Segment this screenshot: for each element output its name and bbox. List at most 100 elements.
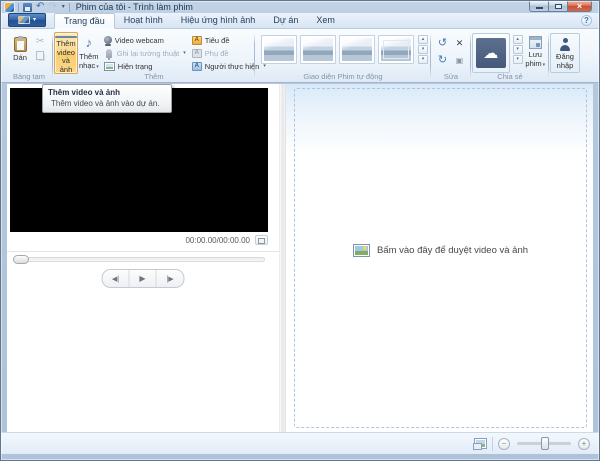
tooltip-title: Thêm video và ảnh <box>48 88 121 97</box>
group-label-automovie: Giao diện Phim tự động <box>303 72 383 81</box>
tab-animations[interactable]: Hoạt hình <box>115 12 172 28</box>
gallery-scroll-down-icon[interactable]: ▾ <box>418 45 428 54</box>
snapshot-button[interactable]: Hiện trạng <box>103 60 187 72</box>
zoom-in-button[interactable]: + <box>578 437 590 450</box>
divider <box>7 251 279 252</box>
titlebar: ↶ ↷ ▾ Phim của tôi - Trình làm phim × <box>0 1 600 13</box>
rotate-right-icon[interactable]: ↻ <box>435 53 450 68</box>
add-videos-photos-button[interactable]: Thêm video và ảnh <box>54 32 78 74</box>
maximize-button[interactable] <box>548 1 567 12</box>
close-icon: × <box>576 1 583 11</box>
rotate-left-icon[interactable]: ↺ <box>435 36 450 51</box>
publish-onedrive-button[interactable]: ☁ <box>472 33 510 73</box>
tab-view[interactable]: Xem <box>307 12 344 28</box>
thumbnail-size-icon[interactable] <box>473 438 487 450</box>
seek-slider[interactable] <box>13 255 265 264</box>
snapshot-label: Hiện trạng <box>117 61 153 71</box>
previous-frame-button[interactable]: ◀| <box>103 270 130 287</box>
group-label-clipboard: Bảng tạm <box>12 72 46 81</box>
automovie-theme-thumbnail[interactable] <box>378 35 414 64</box>
sign-in-button[interactable]: Đăng nhập <box>550 33 580 73</box>
play-button[interactable]: ▶ <box>130 270 157 287</box>
tab-visual-effects[interactable]: Hiệu ứng hình ảnh <box>172 12 265 28</box>
cut-icon[interactable]: ✂ <box>36 37 44 47</box>
microphone-icon <box>105 48 112 60</box>
select-all-icon[interactable]: ▣ <box>452 53 467 68</box>
tooltip-description: Thêm video và ảnh vào dự án. <box>51 99 160 108</box>
record-narration-label: Ghi lại tường thuật <box>116 48 180 58</box>
film-save-icon <box>528 36 542 49</box>
quick-access-toolbar: ↶ ↷ ▾ Phim của tôi - Trình làm phim <box>5 1 193 13</box>
seek-slider-thumb[interactable] <box>13 255 29 264</box>
main-content: 00:00.00/00:00.00 ◀| ▶ |▶ Bấm vào đây để… <box>7 84 593 432</box>
group-label-add: Thêm <box>144 72 164 81</box>
gallery-scroll-up-icon[interactable]: ▴ <box>418 35 428 44</box>
sign-in-label: Đăng nhập <box>556 52 574 70</box>
tab-home[interactable]: Trang đầu <box>54 13 115 29</box>
browse-media-dropzone[interactable]: Bấm vào đây để duyệt video và ảnh <box>294 88 587 428</box>
tooltip-add-videos-photos: Thêm video và ảnh Thêm video và ảnh vào … <box>42 84 172 113</box>
automovie-theme-thumbnail[interactable] <box>300 35 336 64</box>
ribbon-group-signin: Đăng nhập <box>549 29 595 82</box>
clipboard-icon <box>13 36 27 52</box>
minimize-icon <box>535 7 543 9</box>
pane-splitter[interactable] <box>279 84 286 432</box>
video-photo-icon <box>352 244 370 257</box>
ribbon-group-automovie: ▴ ▾ ▾ Giao diện Phim tự động <box>255 29 431 82</box>
cloud-icon: ☁ <box>475 38 506 68</box>
quick-access-dropdown-icon[interactable]: ▾ <box>62 4 65 10</box>
divider <box>18 2 19 12</box>
save-movie-button[interactable]: Lưu phim▾ <box>523 32 548 74</box>
music-note-icon: ♪ <box>85 35 93 50</box>
remove-icon[interactable]: ✕ <box>452 36 467 51</box>
caption-label: Phụ đề <box>204 48 229 58</box>
tab-project[interactable]: Dự án <box>264 12 307 28</box>
zoom-slider[interactable] <box>517 437 571 450</box>
group-label-share: Chia sẻ <box>497 72 523 81</box>
zoom-slider-thumb[interactable] <box>541 437 549 450</box>
playback-time: 00:00.00/00:00.00 <box>185 235 250 245</box>
copy-icon[interactable] <box>36 51 45 60</box>
credits-label: Người thực hiện <box>204 61 260 71</box>
theme-preview-image <box>264 38 294 61</box>
file-menu-button[interactable]: ▾ <box>8 13 46 27</box>
fullscreen-icon[interactable] <box>255 235 268 245</box>
window-controls: × <box>529 1 592 12</box>
app-icon[interactable] <box>5 2 14 12</box>
divider <box>68 2 70 12</box>
add-small-buttons-left: Video webcam Ghi lại tường thuật ▾ Hiện … <box>103 34 187 72</box>
ribbon-group-edit: ↺ ✕ ↻ ▣ Sửa <box>431 29 471 82</box>
next-frame-button[interactable]: |▶ <box>157 270 184 287</box>
zoom-out-button[interactable]: − <box>498 437 510 450</box>
group-label-edit: Sửa <box>443 72 459 81</box>
clipboard-small-buttons: ✂ <box>36 37 44 60</box>
credits-icon: A <box>191 61 202 71</box>
automovie-theme-thumbnail[interactable] <box>261 35 297 64</box>
webcam-video-button[interactable]: Video webcam <box>103 34 187 46</box>
save-icon[interactable] <box>23 2 32 12</box>
chevron-down-icon: ▾ <box>96 63 99 70</box>
close-button[interactable]: × <box>567 1 592 12</box>
chevron-down-icon: ▾ <box>542 61 546 68</box>
gallery-more-icon[interactable]: ▾ <box>418 55 428 64</box>
paste-button[interactable]: Dán <box>6 32 34 74</box>
title-label: Tiêu đề <box>204 35 230 45</box>
share-scroll-down-icon[interactable]: ▾ <box>512 45 523 54</box>
share-scroll-up-icon[interactable]: ▴ <box>512 35 523 44</box>
status-bar: − + <box>1 432 599 454</box>
chevron-down-icon: ▾ <box>183 50 186 56</box>
record-narration-button[interactable]: Ghi lại tường thuật ▾ <box>103 47 187 60</box>
undo-icon[interactable]: ↶ <box>36 2 44 12</box>
redo-icon[interactable]: ↷ <box>48 2 56 12</box>
movie-maker-icon <box>17 16 30 24</box>
minimize-button[interactable] <box>529 1 548 12</box>
ribbon-group-clipboard: Dán ✂ Bảng tạm <box>5 29 53 82</box>
share-more-icon[interactable]: ▾ <box>512 55 523 64</box>
add-music-button[interactable]: ♪ Thêm nhạc▾ <box>78 32 100 74</box>
theme-preview-image <box>342 38 372 61</box>
status-bar-zoom-controls: − + <box>473 433 590 454</box>
automovie-theme-thumbnail[interactable] <box>339 35 375 64</box>
empty-state: Bấm vào đây để duyệt video và ảnh <box>295 244 586 257</box>
window-title: Phim của tôi - Trình làm phim <box>75 2 193 12</box>
help-icon[interactable]: ? <box>581 15 592 26</box>
